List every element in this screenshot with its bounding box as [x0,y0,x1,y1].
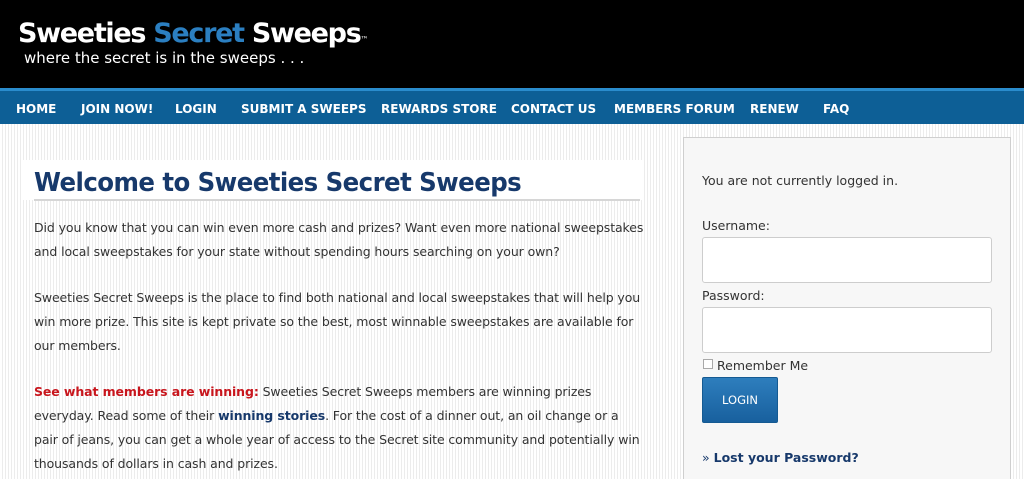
chevron-right-icon: » [702,450,714,465]
main-navigation: HOME JOIN NOW! LOGIN SUBMIT A SWEEPS REW… [0,88,1024,124]
password-input[interactable] [702,307,992,353]
remember-me-checkbox[interactable] [703,359,713,369]
username-label: Username: [702,218,770,233]
site-tagline: where the secret is in the sweeps . . . [24,49,305,67]
lost-password: » Lost your Password? [702,449,859,467]
login-button[interactable]: LOGIN [702,377,778,423]
trademark-symbol: ™ [360,35,369,44]
about-paragraph: Sweeties Secret Sweeps is the place to f… [34,290,641,353]
winners-lead: See what members are winning: [34,384,259,399]
nav-item-join-now[interactable]: JOIN NOW! [81,91,153,124]
remember-me-label[interactable]: Remember Me [717,357,808,375]
winning-stories-link[interactable]: winning stories [218,408,325,423]
logo-text-secret: Secret [153,18,245,49]
nav-item-renew[interactable]: RENEW [750,91,799,124]
lost-password-link[interactable]: Lost your Password? [714,450,859,465]
nav-item-rewards-store[interactable]: REWARDS STORE [381,91,497,124]
nav-item-faq[interactable]: FAQ [823,91,849,124]
login-status-text: You are not currently logged in. [702,173,899,188]
winners-paragraph: See what members are winning: Sweeties S… [34,380,644,476]
password-label: Password: [702,288,765,303]
title-divider [34,199,640,201]
nav-item-members-forum[interactable]: MEMBERS FORUM [614,91,735,124]
nav-item-submit-a-sweeps[interactable]: SUBMIT A SWEEPS [241,91,366,124]
intro-paragraph: Did you know that you can win even more … [34,220,644,259]
page-title: Welcome to Sweeties Secret Sweeps [34,168,522,198]
site-header: Sweeties Secret Sweeps™ where the secret… [0,0,1024,88]
logo-text-sweeties: Sweeties [18,18,154,49]
nav-item-home[interactable]: HOME [16,91,56,124]
username-input[interactable] [702,237,992,283]
logo-text-sweeps: Sweeps [243,18,362,49]
nav-item-login[interactable]: LOGIN [175,91,217,124]
nav-item-contact-us[interactable]: CONTACT US [511,91,596,124]
